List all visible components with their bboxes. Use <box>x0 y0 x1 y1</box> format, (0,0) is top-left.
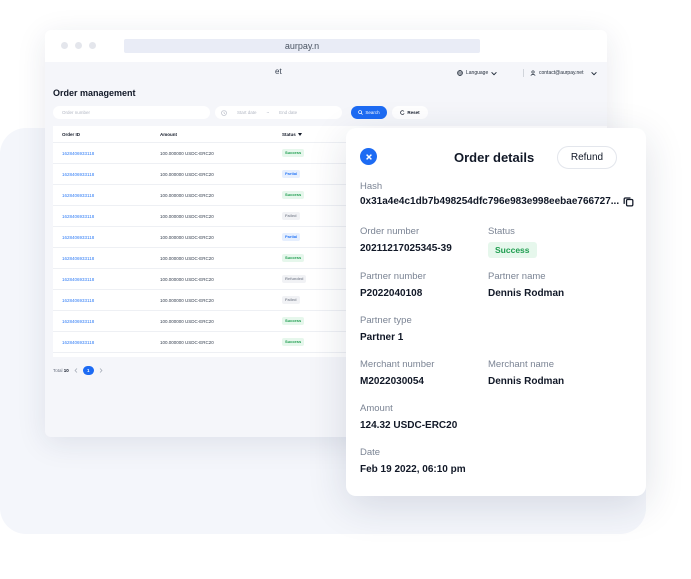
address-bar[interactable]: aurpay.n <box>124 39 480 53</box>
status-badge: Success <box>488 242 537 258</box>
status-badge: Failed <box>282 296 300 304</box>
status-badge: Refunded <box>282 275 307 283</box>
amount-cell: 100.000000 USDC-ERC20 <box>160 214 214 219</box>
window-dot-minimize[interactable] <box>75 42 82 49</box>
chevron-left-icon[interactable] <box>74 368 78 373</box>
partner-type-label: Partner type <box>360 315 412 326</box>
end-date-placeholder: End date <box>279 110 298 115</box>
partner-number-label: Partner number <box>360 271 427 282</box>
status-badge: Success <box>282 317 305 325</box>
amount-cell: 100.000000 USDC-ERC20 <box>160 319 214 324</box>
order-id-link[interactable]: 1628406933118 <box>62 151 94 156</box>
amount-cell: 100.000000 USDC-ERC20 <box>160 172 214 177</box>
total-value: 10 <box>63 368 69 373</box>
order-id-link[interactable]: 1628406933118 <box>62 214 94 219</box>
order-id-link[interactable]: 1628406933118 <box>62 319 94 324</box>
total-count: Total 10 <box>53 368 69 373</box>
header-amount: Amount <box>160 132 177 137</box>
status-badge: Partial <box>282 233 301 241</box>
search-button-label: Search <box>365 110 380 115</box>
close-button[interactable] <box>360 148 377 165</box>
page-title: Order management <box>53 88 136 98</box>
amount-cell: 100.000000 USDC-ERC20 <box>160 277 214 282</box>
status-label: Status <box>488 226 515 237</box>
search-icon <box>358 110 364 115</box>
status-badge: Failed <box>282 212 300 220</box>
user-icon <box>530 70 536 76</box>
chevron-right-icon[interactable] <box>99 368 103 373</box>
hash-row: 0x31a4e4c1db7b498254dfc796e983e998eebae7… <box>360 196 634 207</box>
status-badge: Success <box>282 149 305 157</box>
app-header: et Language contact@aurpay.net <box>45 62 607 84</box>
merchant-number-label: Merchant number <box>360 359 435 370</box>
refund-button[interactable]: Refund <box>557 146 617 169</box>
order-id-link[interactable]: 1628406933118 <box>62 235 94 240</box>
order-number-value: 20211217025345-39 <box>360 243 452 254</box>
window-dot-maximize[interactable] <box>89 42 96 49</box>
order-id-link[interactable]: 1628406933118 <box>62 172 94 177</box>
merchant-name-value: Dennis Rodman <box>488 376 565 387</box>
close-icon <box>365 153 372 160</box>
date-range-separator: ~ <box>266 110 270 115</box>
status-badge: Success <box>282 191 305 199</box>
chevron-down-icon <box>491 71 497 75</box>
header-status[interactable]: Status <box>282 132 302 137</box>
order-id-link[interactable]: 1628406933118 <box>62 340 94 345</box>
hash-label: Hash <box>360 181 383 192</box>
date-label: Date <box>360 447 381 458</box>
order-id-link[interactable]: 1628406933118 <box>62 256 94 261</box>
amount-cell: 100.000000 USDC-ERC20 <box>160 298 214 303</box>
header-title-fragment: et <box>275 67 282 76</box>
status-badge: Partial <box>282 170 301 178</box>
reset-button-label: Reset <box>407 110 420 115</box>
partner-name-value: Dennis Rodman <box>488 288 565 299</box>
account-email: contact@aurpay.net <box>539 70 584 76</box>
reset-button[interactable]: Reset <box>392 106 428 119</box>
sort-down-icon <box>297 133 302 136</box>
calendar-icon <box>221 109 227 116</box>
pagination: Total 10 1 <box>53 366 103 375</box>
language-label: Language <box>466 70 489 76</box>
partner-type-value: Partner 1 <box>360 332 404 343</box>
order-number-placeholder: Order number <box>62 110 91 115</box>
amount-cell: 100.000000 USDC-ERC20 <box>160 256 214 261</box>
total-label: Total <box>53 368 63 373</box>
header-status-label: Status <box>282 132 296 137</box>
amount-cell: 100.000000 USDC-ERC20 <box>160 340 214 345</box>
amount-cell: 100.000000 USDC-ERC20 <box>160 193 214 198</box>
amount-cell: 100.000000 USDC-ERC20 <box>160 235 214 240</box>
globe-icon <box>457 70 463 76</box>
amount-label: Amount <box>360 403 393 414</box>
language-selector[interactable]: Language <box>457 70 497 76</box>
order-number-label: Order number <box>360 226 420 237</box>
order-number-input[interactable]: Order number <box>53 106 210 119</box>
page-button-current[interactable]: 1 <box>82 366 94 375</box>
merchant-number-value: M2022030054 <box>360 376 424 387</box>
status-badge: Success <box>282 338 305 346</box>
reset-icon <box>400 110 405 115</box>
start-date-placeholder: Start date <box>237 110 257 115</box>
date-range-picker[interactable]: Start date ~ End date <box>215 106 342 119</box>
chevron-down-icon <box>591 71 598 75</box>
details-title: Order details <box>454 150 535 165</box>
order-id-link[interactable]: 1628406933118 <box>62 277 94 282</box>
header-order-id: Order ID <box>62 132 81 137</box>
order-id-link[interactable]: 1628406933118 <box>62 193 94 198</box>
window-dot-close[interactable] <box>61 42 68 49</box>
order-id-link[interactable]: 1628406933118 <box>62 298 94 303</box>
status-badge: Success <box>282 254 305 262</box>
partner-number-value: P2022040108 <box>360 288 423 299</box>
account-menu[interactable]: contact@aurpay.net <box>530 70 598 76</box>
amount-value: 124.32 USDC-ERC20 <box>360 420 458 431</box>
merchant-name-label: Merchant name <box>488 359 555 370</box>
amount-cell: 100.000000 USDC-ERC20 <box>160 151 214 156</box>
search-button[interactable]: Search <box>351 106 387 119</box>
browser-titlebar: aurpay.n <box>45 30 607 62</box>
partner-name-label: Partner name <box>488 271 546 282</box>
copy-icon[interactable] <box>623 196 634 207</box>
date-value: Feb 19 2022, 06:10 pm <box>360 464 466 475</box>
header-divider <box>523 69 524 77</box>
order-details-panel: Order details Refund Hash 0x31a4e4c1db7b… <box>346 128 646 496</box>
hash-value: 0x31a4e4c1db7b498254dfc796e983e998eebae7… <box>360 196 620 207</box>
